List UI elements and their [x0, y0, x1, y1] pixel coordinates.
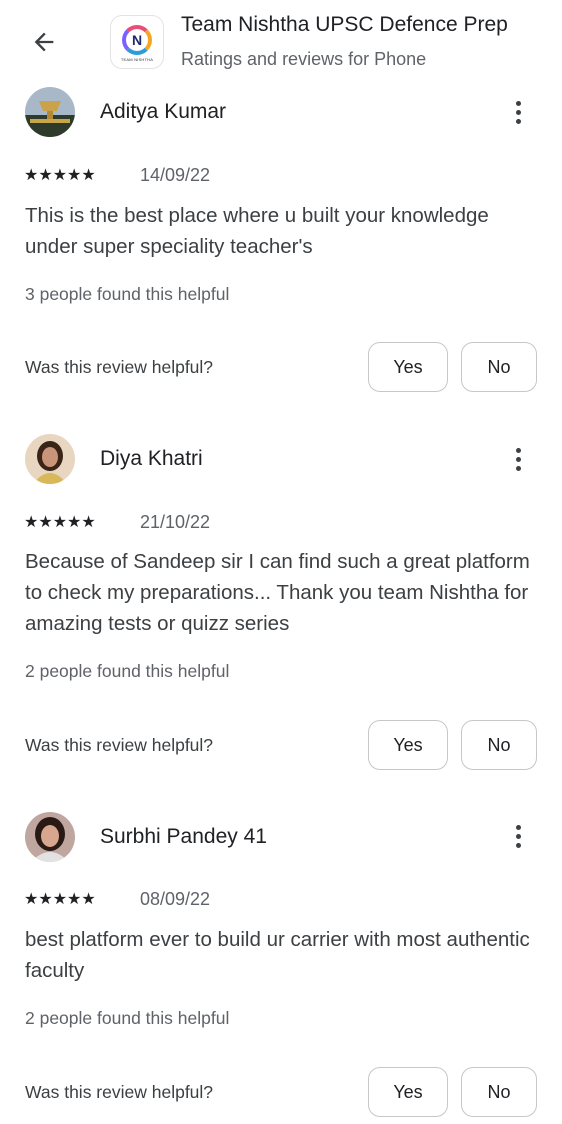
helpful-no-button[interactable]: No: [461, 342, 537, 392]
reviewer-name: Surbhi Pandey 41: [100, 825, 267, 848]
review-date: 21/10/22: [140, 512, 211, 532]
more-vert-icon: [515, 824, 521, 830]
app-header: N TEAM NISHTHA Team Nishtha UPSC Defence…: [0, 0, 562, 88]
reviewer-name: Diya Khatri: [100, 447, 203, 470]
more-vert-icon: [515, 447, 521, 453]
more-options-button[interactable]: [502, 92, 534, 132]
helpful-no-button[interactable]: No: [461, 720, 537, 770]
reviewer-name: Aditya Kumar: [100, 100, 227, 123]
more-vert-icon: [515, 100, 521, 106]
helpful-yes-button[interactable]: Yes: [368, 720, 448, 770]
review-text: best platform ever to build ur carrier w…: [25, 928, 530, 982]
page-subtitle: Ratings and reviews for Phone: [181, 49, 427, 69]
helpful-count: 3 people found this helpful: [25, 284, 230, 304]
app-logo-caption: TEAM NISHTHA: [120, 56, 154, 62]
helpful-question: Was this review helpful?: [25, 357, 214, 377]
review-text: Because of Sandeep sir I can find such a…: [25, 550, 530, 635]
avatar: [25, 87, 75, 137]
helpful-count: 2 people found this helpful: [25, 661, 230, 681]
helpful-count: 2 people found this helpful: [25, 1008, 230, 1028]
more-options-button[interactable]: [502, 816, 534, 856]
app-logo-letter: N: [122, 24, 152, 55]
app-icon: N TEAM NISHTHA: [110, 15, 164, 69]
back-button[interactable]: [26, 24, 62, 60]
star-rating: ★★★★★: [24, 891, 96, 908]
more-options-button[interactable]: [502, 439, 534, 479]
review-date: 08/09/22: [140, 889, 211, 909]
avatar: [25, 812, 75, 862]
arrow-back-icon: [34, 32, 54, 52]
star-rating: ★★★★★: [24, 514, 96, 531]
star-rating: ★★★★★: [24, 167, 96, 184]
helpful-yes-button[interactable]: Yes: [368, 1067, 448, 1117]
app-title: Team Nishtha UPSC Defence Prep: [181, 13, 508, 36]
review-text: This is the best place where u built you…: [25, 204, 489, 258]
avatar: [25, 434, 75, 484]
helpful-yes-button[interactable]: Yes: [368, 342, 448, 392]
review-date: 14/09/22: [140, 165, 211, 185]
helpful-question: Was this review helpful?: [25, 1082, 214, 1102]
helpful-no-button[interactable]: No: [461, 1067, 537, 1117]
helpful-question: Was this review helpful?: [25, 735, 214, 755]
